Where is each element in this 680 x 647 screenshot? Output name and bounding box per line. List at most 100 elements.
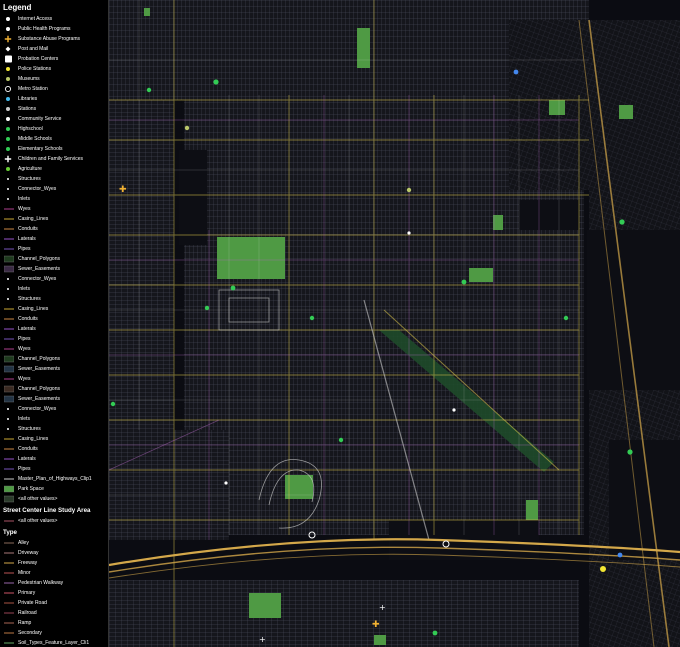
legend-item-label: Wyes: [18, 376, 31, 382]
line-symbol-icon: [4, 520, 14, 522]
legend-item-label: Laterals: [18, 326, 36, 332]
rect-symbol-icon: [4, 355, 14, 363]
community-service-marker: [452, 408, 456, 412]
map-svg[interactable]: ✚ ✚ + +: [109, 0, 680, 647]
legend-item-label: Park Space: [18, 486, 44, 492]
legend-item-label: Libraries: [18, 96, 38, 102]
legend-item-label: Sewer_Easements: [18, 266, 60, 272]
legend-item-label: Middle Schools: [18, 136, 52, 142]
school-marker: [110, 401, 116, 407]
line-symbol-icon: [4, 318, 14, 320]
school-marker: [619, 219, 625, 225]
school-marker: [338, 437, 344, 443]
legend-item-label: Agriculture: [18, 166, 42, 172]
legend-item: Metro Station: [0, 84, 108, 94]
line-symbol-icon: [4, 592, 14, 594]
dot-symbol-icon: [6, 117, 10, 121]
line-symbol-icon: [4, 378, 14, 380]
legend-item: Casing_Lines: [0, 304, 108, 314]
legend-item-label: Post and Mail: [18, 46, 49, 52]
smalldot-symbol-icon: [7, 178, 9, 180]
park-space: [549, 100, 565, 115]
legend-item-label: Conduits: [18, 316, 38, 322]
legend-item: Highschool: [0, 124, 108, 134]
school-marker: [563, 315, 569, 321]
type-item-label: Freeway: [18, 560, 38, 566]
legend-item: Police Stations: [0, 64, 108, 74]
legend-item-label: Museums: [18, 76, 40, 82]
line-symbol-icon: [4, 632, 14, 634]
legend-item: <all other values>: [0, 494, 108, 504]
legend-item-street-other: <all other values>: [0, 516, 108, 526]
line-symbol-icon: [4, 308, 14, 310]
legend-item: Structures: [0, 424, 108, 434]
legend-item-label: Inlets: [18, 416, 30, 422]
dot-symbol-icon: [6, 97, 10, 101]
legend-item-label: Highschool: [18, 126, 43, 132]
legend-item: Connector_Wyes: [0, 184, 108, 194]
street-section-title: Street Center Line Study Area: [3, 507, 91, 514]
smalldot-symbol-icon: [7, 408, 9, 410]
legend-item-label: Casing_Lines: [18, 436, 49, 442]
legend-item: Laterals: [0, 324, 108, 334]
legend-item-label: Casing_Lines: [18, 216, 49, 222]
legend-item: Structures: [0, 174, 108, 184]
park-space: [619, 105, 633, 119]
legend-item: Laterals: [0, 454, 108, 464]
legend-item: Wyes: [0, 204, 108, 214]
legend-item: Sewer_Easements: [0, 264, 108, 274]
dot-symbol-icon: [6, 17, 10, 21]
legend-item-label: Structures: [18, 176, 41, 182]
smalldot-symbol-icon: [7, 278, 9, 280]
community-service-marker: [224, 481, 228, 485]
type-section-title: Type: [3, 529, 17, 536]
legend-item-label: Laterals: [18, 236, 36, 242]
legend-item-label: Inlets: [18, 196, 30, 202]
legend-item: Conduits: [0, 444, 108, 454]
legend-item-label: Stations: [18, 106, 37, 112]
type-item: Railroad: [0, 608, 108, 618]
dot-symbol-icon: [6, 147, 10, 151]
legend-item: Pipes: [0, 244, 108, 254]
legend-item: Casing_Lines: [0, 214, 108, 224]
dot-symbol-icon: [6, 127, 10, 131]
school-marker: [309, 315, 315, 321]
museum-marker: [184, 125, 190, 131]
smalldot-symbol-icon: [7, 418, 9, 420]
legend-item: Channel_Polygons: [0, 384, 108, 394]
legend-item: Middle Schools: [0, 134, 108, 144]
line-symbol-icon: [4, 348, 14, 350]
museum-marker: [406, 187, 412, 193]
legend-item-label: Casing_Lines: [18, 306, 49, 312]
legend-item-label: Inlets: [18, 286, 30, 292]
parcel-zone-northeast: [509, 20, 680, 190]
rect-symbol-icon: [4, 485, 14, 493]
legend-item: Sewer_Easements: [0, 364, 108, 374]
legend-item-label: Connector_Wyes: [18, 186, 57, 192]
family-services-marker: +: [379, 603, 386, 612]
library-marker: [617, 552, 623, 558]
dot-symbol-icon: [6, 167, 10, 171]
map-canvas[interactable]: ✚ ✚ + +: [109, 0, 680, 647]
legend-items: Internet Access Public Health Programs Sub…: [0, 14, 108, 504]
legend-item-label: Elementary Schools: [18, 146, 63, 152]
legend-title: Legend: [3, 3, 32, 12]
type-item-label: Ramp: [18, 620, 32, 626]
community-service-marker: [407, 231, 411, 235]
type-item-label: Minor: [18, 570, 31, 576]
legend-panel: Legend Internet Access Public Health Prog…: [0, 0, 109, 647]
legend-item-label: Channel_Polygons: [18, 256, 60, 262]
type-item-label: Primary: [18, 590, 36, 596]
legend-item-label: Community Service: [18, 116, 62, 122]
dot-symbol-icon: [6, 137, 10, 141]
line-symbol-icon: [4, 542, 14, 544]
legend-item-label: Children and Family Services: [18, 156, 84, 162]
legend-item: Connector_Wyes: [0, 274, 108, 284]
line-symbol-icon: [4, 468, 14, 470]
rect-symbol-icon: [4, 255, 14, 263]
legend-item-label: Pipes: [18, 466, 31, 472]
legend-item: Community Service: [0, 114, 108, 124]
legend-item-label: Pipes: [18, 246, 31, 252]
legend-item: Elementary Schools: [0, 144, 108, 154]
type-item: Primary: [0, 588, 108, 598]
